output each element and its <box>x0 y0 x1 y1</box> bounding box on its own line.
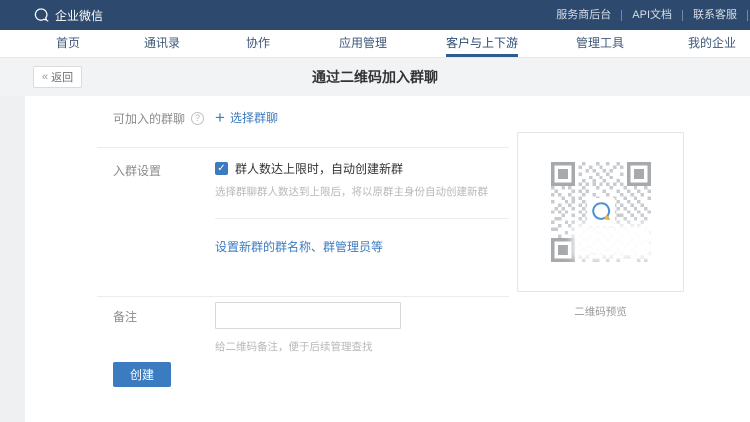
auto-create-checkbox[interactable]: ✓ 群人数达上限时，自动创建新群 <box>215 160 403 177</box>
nav-tab-contacts[interactable]: 通讯录 <box>144 30 180 57</box>
qr-caption: 二维码预览 <box>517 304 684 319</box>
qr-preview-panel <box>517 132 684 292</box>
remark-label: 备注 <box>113 308 137 325</box>
checkbox-check-icon[interactable]: ✓ <box>215 162 228 175</box>
row-divider <box>97 296 509 297</box>
select-group-link[interactable]: + 选择群聊 <box>215 109 278 126</box>
page-title: 通过二维码加入群聊 <box>0 58 750 96</box>
wecom-logo[interactable]: 企业微信 <box>33 7 103 24</box>
wecom-admin-page: 企业微信 服务商后台 API文档 联系客服 首页 通讯录 协作 应用管理 客户与… <box>0 0 750 422</box>
page-body: 可加入的群聊 ? + 选择群聊 入群设置 ✓ 群人数达上限时，自动创建新群 选择… <box>0 96 750 422</box>
back-button[interactable]: « 返回 <box>33 66 82 88</box>
topbar-link-provider-console[interactable]: 服务商后台 <box>546 10 622 21</box>
join-settings-label: 入群设置 <box>113 162 161 179</box>
new-group-settings-link[interactable]: 设置新群的群名称、群管理员等 <box>215 238 383 255</box>
nav-tab-customers-suppliers[interactable]: 客户与上下游 <box>446 30 518 57</box>
main-nav: 首页 通讯录 协作 应用管理 客户与上下游 管理工具 我的企业 <box>0 30 750 58</box>
content-card: 可加入的群聊 ? + 选择群聊 入群设置 ✓ 群人数达上限时，自动创建新群 选择… <box>25 96 750 422</box>
plus-icon: + <box>215 110 225 125</box>
create-button[interactable]: 创建 <box>113 362 171 387</box>
qr-blur-overlay <box>577 228 649 254</box>
help-icon[interactable]: ? <box>191 112 204 125</box>
row-divider <box>215 218 509 219</box>
nav-tab-my-enterprise[interactable]: 我的企业 <box>688 30 736 57</box>
topbar-links: 服务商后台 API文档 联系客服 <box>546 10 748 21</box>
joinable-group-label: 可加入的群聊 ? <box>113 110 204 127</box>
chat-bubble-icon <box>33 7 49 23</box>
checkbox-description: 选择群聊群人数达到上限后，将以原群主身份自动创建新群 <box>215 184 488 199</box>
page-header: 通过二维码加入群聊 « 返回 <box>0 58 750 96</box>
nav-tab-home[interactable]: 首页 <box>56 30 80 57</box>
nav-tab-collaboration[interactable]: 协作 <box>246 30 270 57</box>
back-chevron-icon: « <box>42 71 48 83</box>
select-group-link-label: 选择群聊 <box>230 109 278 126</box>
nav-tab-management-tools[interactable]: 管理工具 <box>576 30 624 57</box>
nav-tab-app-management[interactable]: 应用管理 <box>339 30 387 57</box>
remark-hint: 给二维码备注，便于后续管理查找 <box>215 339 373 354</box>
top-bar: 企业微信 服务商后台 API文档 联系客服 <box>0 0 750 30</box>
topbar-link-api-docs[interactable]: API文档 <box>622 10 683 21</box>
checkbox-label: 群人数达上限时，自动创建新群 <box>235 160 403 177</box>
remark-input[interactable] <box>215 302 401 329</box>
qr-code-image <box>551 162 651 262</box>
row-divider <box>97 147 509 148</box>
topbar-link-contact-support[interactable]: 联系客服 <box>683 10 748 21</box>
qr-logo-icon <box>587 198 615 226</box>
back-button-label: 返回 <box>51 69 73 85</box>
wecom-logo-text: 企业微信 <box>55 7 103 24</box>
left-gutter <box>0 96 25 422</box>
